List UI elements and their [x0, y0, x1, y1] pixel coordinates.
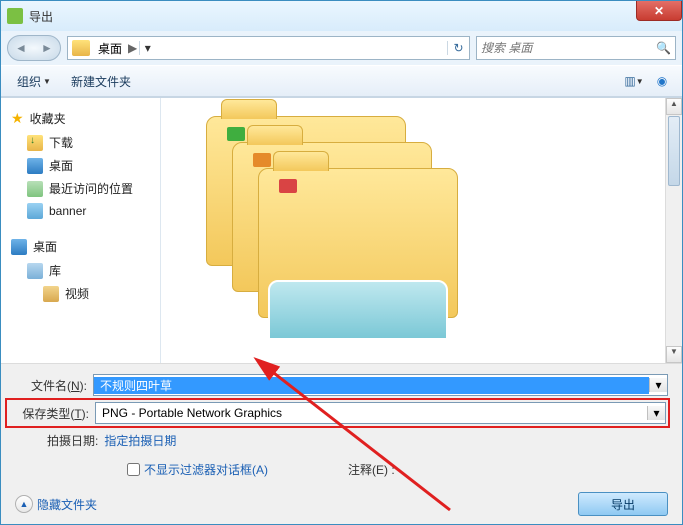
body: ★ 收藏夹 下载 桌面 最近访问的位置 banner 桌面 [1, 97, 682, 363]
view-options-button[interactable]: ▥ ▼ [622, 70, 646, 92]
savetype-dropdown-button[interactable]: ▾ [647, 406, 665, 420]
filename-input[interactable]: 不规则四叶草 ▾ [93, 374, 668, 396]
video-icon [43, 286, 59, 302]
sidebar-item-desktop[interactable]: 桌面 [5, 154, 156, 177]
app-icon [7, 8, 23, 24]
titlebar[interactable]: 导出 ✕ [1, 1, 682, 31]
forward-button[interactable]: ► [34, 36, 60, 60]
organize-button[interactable]: 组织 ▼ [9, 70, 59, 93]
filename-label: 文件名(N): [7, 377, 93, 394]
sidebar: ★ 收藏夹 下载 桌面 最近访问的位置 banner 桌面 [1, 98, 161, 363]
chevron-right-icon[interactable]: ▶ [126, 41, 139, 55]
vertical-scrollbar[interactable]: ▲ ▼ [665, 98, 682, 363]
sidebar-item-video[interactable]: 视频 [5, 282, 156, 305]
help-button[interactable]: ◉ [650, 70, 674, 92]
chevron-down-icon: ▼ [43, 77, 51, 86]
close-button[interactable]: ✕ [636, 1, 682, 21]
recent-icon [27, 181, 43, 197]
sidebar-item-downloads[interactable]: 下载 [5, 131, 156, 154]
nav-row: ◄ ► 桌面 ▶ ▾ ↻ 🔍 [1, 31, 682, 65]
filename-row: 文件名(N): 不规则四叶草 ▾ [7, 374, 668, 396]
close-icon: ✕ [654, 4, 664, 18]
hide-folders-toggle[interactable]: ▲ 隐藏文件夹 [15, 495, 97, 513]
sidebar-item-banner[interactable]: banner [5, 200, 156, 222]
sidebar-item-library[interactable]: 库 [5, 259, 156, 282]
folder-icon [72, 40, 90, 56]
sidebar-desktop-header[interactable]: 桌面 [5, 234, 156, 259]
hide-filter-checkbox[interactable]: 不显示过滤器对话框(A) [127, 461, 268, 478]
hide-filter-checkbox-input[interactable] [127, 463, 140, 476]
sidebar-item-recent[interactable]: 最近访问的位置 [5, 177, 156, 200]
toolbar: 组织 ▼ 新建文件夹 ▥ ▼ ◉ [1, 65, 682, 97]
content-pane[interactable]: ▲ ▼ [161, 98, 682, 363]
search-icon: 🔍 [656, 41, 671, 55]
filename-dropdown-button[interactable]: ▾ [649, 378, 667, 392]
new-folder-button[interactable]: 新建文件夹 [63, 70, 139, 93]
breadcrumb-bar[interactable]: 桌面 ▶ ▾ ↻ [67, 36, 470, 60]
scroll-thumb[interactable] [668, 116, 680, 186]
download-icon [27, 135, 43, 151]
savetype-dropdown[interactable]: PNG - Portable Network Graphics ▾ [95, 402, 666, 424]
breadcrumb-item[interactable]: 桌面 [94, 40, 126, 57]
sidebar-favorites-header[interactable]: ★ 收藏夹 [5, 106, 156, 131]
scroll-up-button[interactable]: ▲ [666, 98, 682, 115]
form-area: 文件名(N): 不规则四叶草 ▾ 保存类型(T): PNG - Portable… [1, 363, 682, 484]
image-icon [27, 203, 43, 219]
chevron-up-icon: ▲ [15, 495, 33, 513]
nav-buttons: ◄ ► [7, 35, 61, 61]
savetype-label: 保存类型(T): [9, 405, 95, 422]
refresh-button[interactable]: ↻ [447, 41, 469, 55]
folder-preview [206, 116, 446, 316]
library-icon [27, 263, 43, 279]
shot-date-value[interactable]: 指定拍摄日期 [104, 432, 176, 449]
footer: ▲ 隐藏文件夹 导出 [1, 484, 682, 524]
savetype-row-highlighted: 保存类型(T): PNG - Portable Network Graphics… [5, 398, 670, 428]
window-title: 导出 [29, 8, 53, 25]
back-button[interactable]: ◄ [8, 36, 34, 60]
star-icon: ★ [11, 110, 24, 127]
search-input[interactable] [481, 41, 656, 55]
path-dropdown-button[interactable]: ▾ [139, 41, 155, 55]
scroll-down-button[interactable]: ▼ [666, 346, 682, 363]
desktop-icon [11, 239, 27, 255]
shot-date-label: 拍摄日期: [47, 432, 98, 449]
desktop-icon [27, 158, 43, 174]
shot-date-field[interactable]: 拍摄日期: 指定拍摄日期 [47, 432, 176, 449]
search-box[interactable]: 🔍 [476, 36, 676, 60]
export-dialog: 导出 ✕ ◄ ► 桌面 ▶ ▾ ↻ 🔍 组织 ▼ 新建文件夹 [0, 0, 683, 525]
comment-label: 注释(E) : [348, 461, 395, 478]
export-button[interactable]: 导出 [578, 492, 668, 516]
